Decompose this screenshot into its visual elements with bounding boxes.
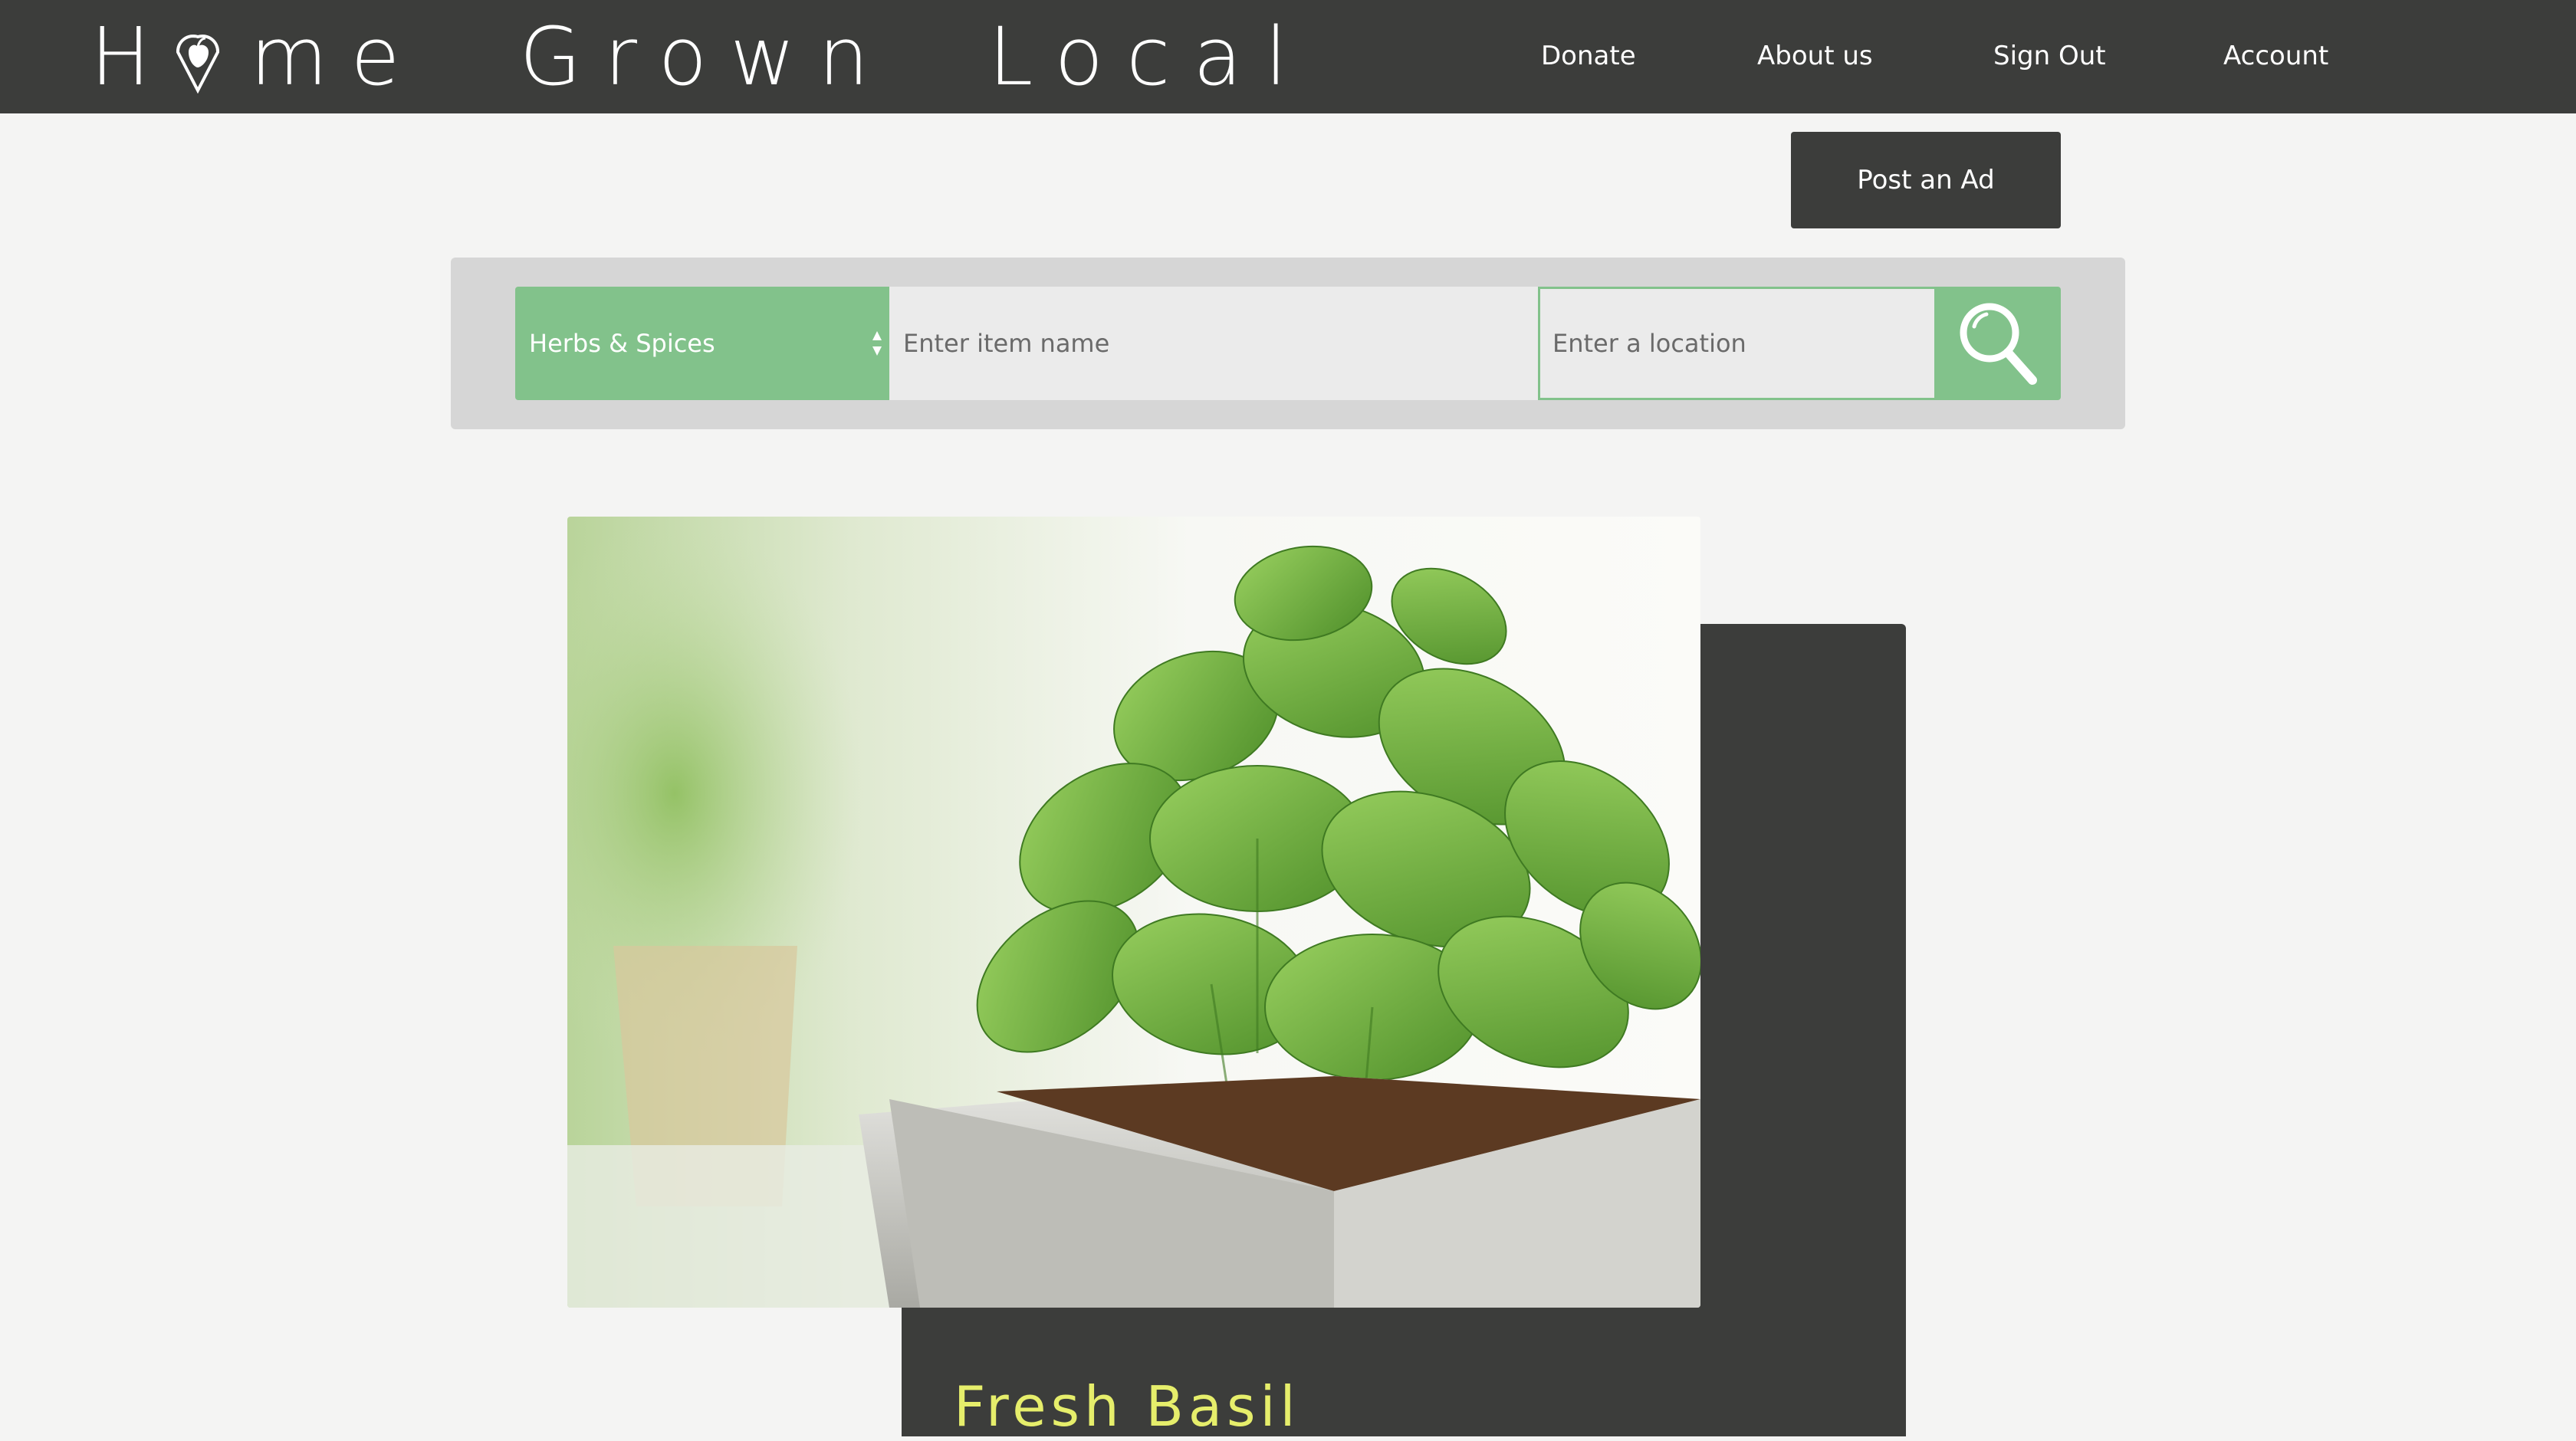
item-name-input[interactable] bbox=[889, 287, 1538, 400]
basil-plant-image bbox=[567, 517, 1700, 1308]
search-button[interactable] bbox=[1935, 287, 2061, 400]
post-an-ad-button[interactable]: Post an Ad bbox=[1791, 132, 2061, 228]
nav-donate-link[interactable]: Donate bbox=[1541, 37, 1636, 75]
apple-heart-icon bbox=[173, 17, 227, 97]
category-select[interactable]: Herbs & Spices bbox=[515, 287, 889, 400]
category-selected-value: Herbs & Spices bbox=[529, 329, 715, 358]
top-navigation-bar: H me Grown Local Donate About us Sign Ou… bbox=[0, 0, 2576, 113]
site-logo[interactable]: H me Grown Local bbox=[90, 10, 1310, 103]
listing-title[interactable]: Fresh Basil bbox=[954, 1372, 1300, 1441]
nav-about-us-link[interactable]: About us bbox=[1757, 37, 1873, 75]
search-panel: Herbs & Spices bbox=[451, 258, 2125, 429]
location-input[interactable] bbox=[1538, 287, 1937, 400]
search-icon bbox=[1960, 303, 2037, 385]
nav-sign-out-link[interactable]: Sign Out bbox=[1993, 37, 2106, 75]
logo-text-end: me Grown Local bbox=[250, 10, 1310, 103]
select-arrows-icon bbox=[872, 331, 882, 356]
listing-image[interactable] bbox=[567, 517, 1700, 1308]
logo-text-start: H bbox=[90, 10, 174, 103]
nav-account-link[interactable]: Account bbox=[2223, 37, 2328, 75]
